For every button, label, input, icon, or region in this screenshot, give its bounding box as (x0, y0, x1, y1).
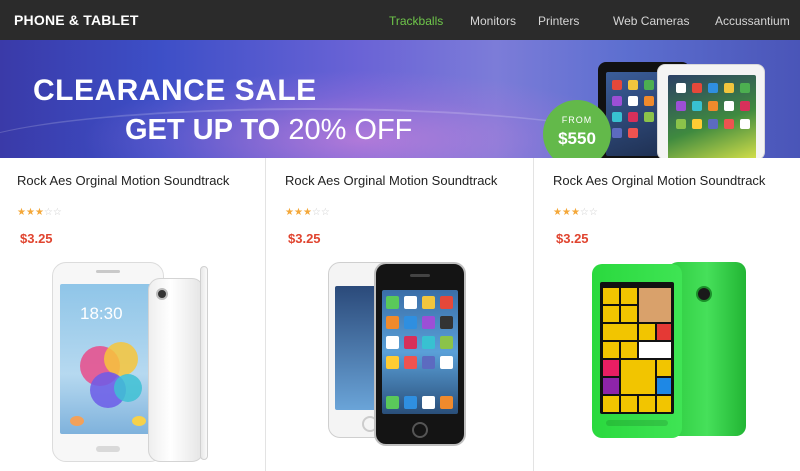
product-price: $3.25 (556, 231, 589, 246)
star-filled-icon: ★ (17, 207, 26, 218)
white-tablet-image (657, 64, 765, 158)
star-empty-icon: ☆ (579, 207, 589, 218)
banner-get-up-to: GET UP TO (125, 114, 281, 146)
rating-stars: ★★★☆☆ (17, 207, 62, 219)
banner-headline: CLEARANCE SALE (33, 74, 317, 107)
product-title[interactable]: Rock Aes Orginal Motion Soundtrack (285, 172, 505, 189)
star-empty-icon: ☆ (588, 207, 598, 218)
white-tablet-screen (668, 75, 756, 158)
star-filled-icon: ★ (570, 207, 580, 218)
iphone-pair-image[interactable] (328, 262, 478, 448)
star-filled-icon: ★ (561, 207, 571, 218)
product-title[interactable]: Rock Aes Orginal Motion Soundtrack (553, 172, 773, 189)
product-card[interactable]: Rock Aes Orginal Motion Soundtrack ★★★☆☆… (536, 158, 800, 471)
top-navigation-bar: PHONE & TABLET Trackballs Monitors Print… (0, 0, 800, 40)
banner-discount: 20% OFF (288, 114, 413, 146)
badge-from-label: FROM (561, 115, 593, 125)
badge-price: $550 (558, 129, 596, 148)
product-price: $3.25 (288, 231, 321, 246)
green-lumia-phone-image[interactable] (592, 262, 752, 438)
product-price: $3.25 (20, 231, 53, 246)
promo-banner[interactable]: CLEARANCE SALE GET UP TO 20% OFF FROM $5… (0, 40, 800, 158)
star-empty-icon: ☆ (320, 207, 330, 218)
nav-item-monitors[interactable]: Monitors (470, 14, 516, 28)
product-card[interactable]: Rock Aes Orginal Motion Soundtrack ★★★☆☆… (268, 158, 534, 471)
nav-item-accussantium[interactable]: Accussantium (715, 14, 790, 28)
nav-item-web-cameras[interactable]: Web Cameras (613, 14, 689, 28)
banner-subheadline: GET UP TO 20% OFF (125, 114, 412, 147)
product-title[interactable]: Rock Aes Orginal Motion Soundtrack (17, 172, 237, 189)
brand-title[interactable]: PHONE & TABLET (14, 12, 139, 28)
star-filled-icon: ★ (25, 207, 35, 218)
star-filled-icon: ★ (293, 207, 303, 218)
star-filled-icon: ★ (553, 207, 562, 218)
star-empty-icon: ☆ (43, 207, 53, 218)
star-filled-icon: ★ (285, 207, 294, 218)
star-filled-icon: ★ (302, 207, 312, 218)
star-empty-icon: ☆ (52, 207, 62, 218)
nav-item-trackballs[interactable]: Trackballs (389, 14, 443, 28)
rating-stars: ★★★☆☆ (285, 207, 330, 219)
nav-item-printers[interactable]: Printers (538, 14, 579, 28)
star-filled-icon: ★ (34, 207, 44, 218)
star-empty-icon: ☆ (311, 207, 321, 218)
rating-stars: ★★★☆☆ (553, 207, 598, 219)
product-card[interactable]: Rock Aes Orginal Motion Soundtrack ★★★☆☆… (0, 158, 266, 471)
white-android-phone-image[interactable]: 18:30 (52, 262, 232, 462)
